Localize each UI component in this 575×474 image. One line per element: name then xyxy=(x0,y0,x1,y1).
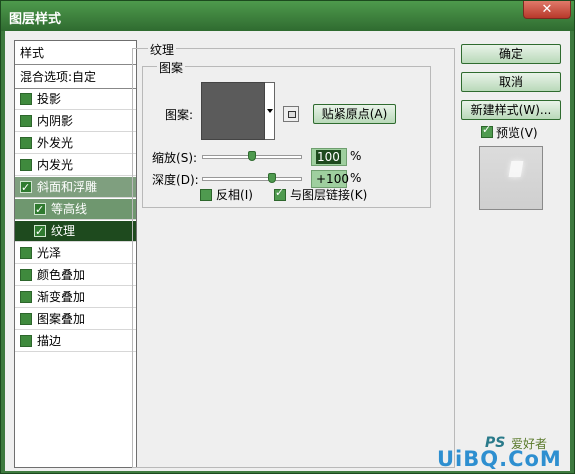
style-item-label: 等高线 xyxy=(51,202,88,216)
link-hotkey: (K) xyxy=(350,188,368,202)
snap-to-origin-label: 贴紧原点 xyxy=(321,107,370,121)
new-style-hotkey: (W)... xyxy=(518,103,552,117)
texture-group-title: 纹理 xyxy=(148,41,177,58)
invert-label-text: 反相 xyxy=(216,188,241,202)
snap-to-origin-button[interactable]: 贴紧原点(A) xyxy=(313,104,396,124)
scale-hotkey: (S) xyxy=(176,151,193,165)
depth-slider-track[interactable] xyxy=(202,177,302,181)
scale-colon: : xyxy=(193,151,198,165)
style-item-bevel-emboss[interactable]: 斜面和浮雕 xyxy=(15,177,136,198)
depth-hotkey: (D) xyxy=(176,173,195,187)
invert-label: 反相(I) xyxy=(216,186,253,203)
style-item-drop-shadow[interactable]: 投影 xyxy=(15,89,136,110)
bevel-emboss-checkbox[interactable] xyxy=(20,178,32,198)
styles-header-label: 样式 xyxy=(20,46,45,60)
style-item-label: 光泽 xyxy=(37,246,62,260)
style-item-label: 投影 xyxy=(37,92,62,106)
depth-slider-thumb[interactable] xyxy=(268,173,276,183)
style-item-outer-glow[interactable]: 外发光 xyxy=(15,133,136,154)
ok-label: 确定 xyxy=(498,47,523,61)
style-item-texture[interactable]: 纹理 xyxy=(15,221,136,242)
pattern-swatch[interactable] xyxy=(201,82,265,140)
link-label-text: 与图层链接 xyxy=(290,188,351,202)
cancel-button[interactable]: 取消 xyxy=(461,72,561,92)
color-overlay-checkbox[interactable] xyxy=(20,269,32,281)
style-item-contour[interactable]: 等高线 xyxy=(15,199,136,220)
new-style-button[interactable]: 新建样式(W)... xyxy=(461,100,561,120)
pattern-group-title: 图案 xyxy=(157,59,186,76)
title-bar[interactable]: 图层样式 ✕ xyxy=(1,1,574,31)
preview-checkbox[interactable] xyxy=(481,123,493,138)
style-item-label: 内阴影 xyxy=(37,114,74,128)
style-preview-thumbnail xyxy=(479,146,543,210)
pattern-overlay-checkbox[interactable] xyxy=(20,313,32,325)
styles-list: 样式 混合选项:自定 投影 内阴影 外发光 内发光 斜面和浮雕 等高线 纹理 光… xyxy=(14,40,137,468)
scale-label-text: 缩放 xyxy=(152,151,177,165)
style-item-inner-glow[interactable]: 内发光 xyxy=(15,155,136,176)
outer-glow-checkbox[interactable] xyxy=(20,137,32,149)
style-item-pattern-overlay[interactable]: 图案叠加 xyxy=(15,309,136,330)
style-item-label: 图案叠加 xyxy=(37,312,86,326)
scale-unit: % xyxy=(350,149,362,163)
style-item-label: 渐变叠加 xyxy=(37,290,86,304)
contour-checkbox[interactable] xyxy=(34,200,46,220)
cancel-label: 取消 xyxy=(498,75,523,89)
link-with-layer-label: 与图层链接(K) xyxy=(290,186,367,203)
style-item-stroke[interactable]: 描边 xyxy=(15,331,136,352)
blending-options-label: 混合选项:自定 xyxy=(20,70,97,84)
depth-colon: : xyxy=(194,173,199,187)
dialog-client: 样式 混合选项:自定 投影 内阴影 外发光 内发光 斜面和浮雕 等高线 纹理 光… xyxy=(5,31,570,471)
depth-unit: % xyxy=(350,171,362,185)
pattern-dropdown-arrow-icon[interactable] xyxy=(265,82,275,140)
window-title: 图层样式 xyxy=(9,12,62,27)
preview-label-text: 预览 xyxy=(496,126,521,140)
depth-label: 深度(D): xyxy=(152,171,199,188)
style-item-label: 描边 xyxy=(37,334,62,348)
invert-checkbox[interactable] xyxy=(200,189,212,201)
drop-shadow-checkbox[interactable] xyxy=(20,93,32,105)
inner-glow-checkbox[interactable] xyxy=(20,159,32,171)
style-item-label: 纹理 xyxy=(51,224,76,238)
style-item-gradient-overlay[interactable]: 渐变叠加 xyxy=(15,287,136,308)
scale-value: 100 xyxy=(316,150,341,164)
scale-label: 缩放(S): xyxy=(152,149,197,166)
stroke-checkbox[interactable] xyxy=(20,335,32,347)
blending-options-item[interactable]: 混合选项:自定 xyxy=(15,65,136,89)
texture-checkbox[interactable] xyxy=(34,222,46,242)
style-item-inner-shadow[interactable]: 内阴影 xyxy=(15,111,136,132)
close-icon: ✕ xyxy=(541,2,553,17)
watermark: PS 爱好者 UiBQ.CoM xyxy=(437,435,567,471)
style-item-label: 外发光 xyxy=(37,136,74,150)
depth-value: +100 xyxy=(316,172,349,186)
satin-checkbox[interactable] xyxy=(20,247,32,259)
styles-list-header[interactable]: 样式 xyxy=(15,41,136,65)
gradient-overlay-checkbox[interactable] xyxy=(20,291,32,303)
style-item-label: 斜面和浮雕 xyxy=(37,180,98,194)
scale-input[interactable]: 100 xyxy=(311,148,347,166)
style-item-label: 内发光 xyxy=(37,158,74,172)
watermark-url: UiBQ.CoM xyxy=(437,447,562,471)
ok-button[interactable]: 确定 xyxy=(461,44,561,64)
inner-shadow-checkbox[interactable] xyxy=(20,115,32,127)
style-item-satin[interactable]: 光泽 xyxy=(15,243,136,264)
pattern-label: 图案: xyxy=(165,108,194,122)
link-with-layer-checkbox[interactable] xyxy=(274,186,286,201)
new-style-label: 新建样式 xyxy=(470,103,519,117)
style-item-label: 颜色叠加 xyxy=(37,268,86,282)
invert-hotkey: (I) xyxy=(240,188,253,202)
new-preset-icon[interactable] xyxy=(283,106,299,122)
depth-label-text: 深度 xyxy=(152,173,177,187)
preview-hotkey: (V) xyxy=(520,126,538,140)
close-button[interactable]: ✕ xyxy=(523,1,571,19)
snap-to-origin-hotkey: (A) xyxy=(369,107,388,121)
scale-slider-thumb[interactable] xyxy=(248,151,256,161)
style-item-color-overlay[interactable]: 颜色叠加 xyxy=(15,265,136,286)
layer-style-dialog: 图层样式 ✕ 样式 混合选项:自定 投影 内阴影 外发光 内发光 斜面和浮雕 等… xyxy=(0,0,575,474)
preview-label: 预览(V) xyxy=(496,124,538,141)
